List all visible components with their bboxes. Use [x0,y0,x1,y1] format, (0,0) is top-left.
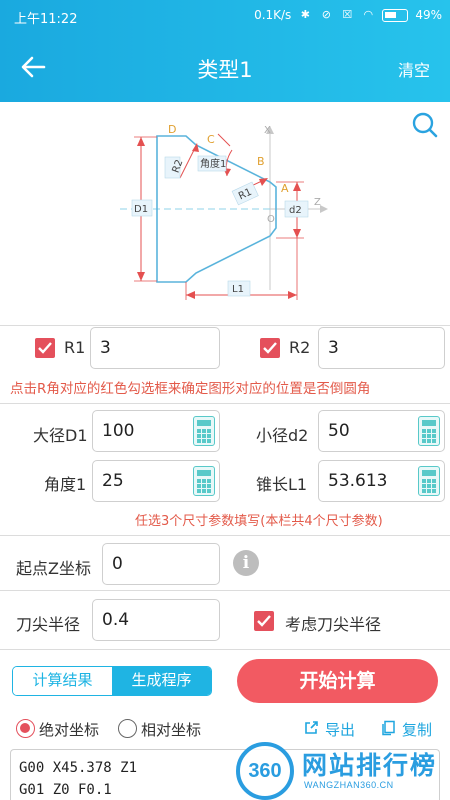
copy-icon [382,720,395,736]
watermark-logo: 360 网站排行榜 WANGZHAN360.CN [236,742,446,800]
watermark-subtitle: WANGZHAN360.CN [304,780,394,790]
export-button[interactable]: 导出 [303,719,361,739]
zoom-search-icon[interactable] [410,110,440,140]
copy-label: 复制 [402,721,433,739]
point-b: B [257,155,265,168]
battery-level: 49% [415,8,442,22]
r2-label: R2 [289,338,311,357]
absolute-coords-label: 绝对坐标 [39,721,100,739]
divider [0,649,450,650]
status-time: 上午11:22 [14,12,78,27]
angle-arrow-line [217,133,231,147]
calculator-icon[interactable] [193,466,215,496]
consider-radius-checkbox[interactable] [254,611,274,631]
absolute-coords-radio[interactable] [16,719,35,738]
point-d: D [168,123,176,136]
point-a: A [281,182,289,195]
relative-coords-radio[interactable] [118,719,137,738]
cone-length-label: 锥长L1 [256,475,308,494]
export-icon [305,721,318,734]
clear-button[interactable]: 清空 [398,57,430,81]
divider [0,403,450,404]
status-icons: 0.1K/s ✱ ⊘ ☒ ◠ 49% [254,8,442,22]
tab-program[interactable]: 生成程序 [112,667,211,695]
calculator-icon[interactable] [193,416,215,446]
origin-label: O [267,214,275,225]
axis-z-label: Z [314,197,321,208]
calculator-icon[interactable] [418,466,440,496]
bluetooth-icon: ✱ [300,8,310,21]
r2-input[interactable]: 3 [318,327,445,369]
watermark-title: 网站排行榜 [302,751,438,780]
export-label: 导出 [325,721,356,739]
consider-radius-label: 考虑刀尖半径 [285,615,382,634]
page-title: 类型1 [197,58,253,82]
r1-label: R1 [64,338,86,357]
small-diameter-label: 小径d2 [256,426,309,445]
start-calculation-button[interactable]: 开始计算 [237,659,438,703]
r1-input[interactable]: 3 [90,327,220,369]
app-bar: 类型1 清空 [0,40,450,96]
round-corner-hint: 点击R角对应的红色勾选框来确定图形对应的位置是否倒圆角 [10,381,371,397]
taper-diagram: D1 d2 L1 R1 R2 角度1 D C B A X Z O [120,123,328,300]
tool-radius-label: 刀尖半径 [16,615,81,634]
app-header: 上午11:22 0.1K/s ✱ ⊘ ☒ ◠ 49% 类型1 清空 [0,0,450,102]
label-d1: D1 [134,204,148,215]
axis-x-label: X [264,125,271,136]
angle-label: 角度1 [44,475,87,494]
wifi-icon: ◠ [363,8,374,21]
label-d2: d2 [289,205,302,216]
big-diameter-label: 大径D1 [33,426,88,445]
info-icon[interactable]: i [233,550,259,576]
label-l1: L1 [232,284,244,295]
net-speed: 0.1K/s [254,8,292,22]
divider [0,590,450,591]
mute-icon: ⊘ [321,8,331,21]
battery-icon [382,8,409,22]
divider [0,325,450,326]
start-z-label: 起点Z坐标 [16,559,91,578]
label-angle: 角度1 [200,157,226,170]
point-c: C [207,133,215,146]
watermark-badge: 360 [236,742,294,800]
status-bar: 上午11:22 0.1K/s ✱ ⊘ ☒ ◠ 49% [0,0,450,32]
result-tabs: 计算结果 生成程序 [12,666,212,696]
dimension-hint: 任选3个尺寸参数填写(本栏共4个尺寸参数) [135,514,383,529]
sim-icon: ☒ [342,8,353,21]
copy-button[interactable]: 复制 [380,719,438,739]
tab-result[interactable]: 计算结果 [13,667,112,695]
divider [0,535,450,536]
start-z-input[interactable]: 0 [102,543,220,585]
relative-coords-label: 相对坐标 [141,721,202,739]
tool-radius-input[interactable]: 0.4 [92,599,220,641]
r1-checkbox[interactable] [35,338,55,358]
z-axis-arrow [320,205,328,213]
r2-checkbox[interactable] [260,338,280,358]
calculator-icon[interactable] [418,416,440,446]
